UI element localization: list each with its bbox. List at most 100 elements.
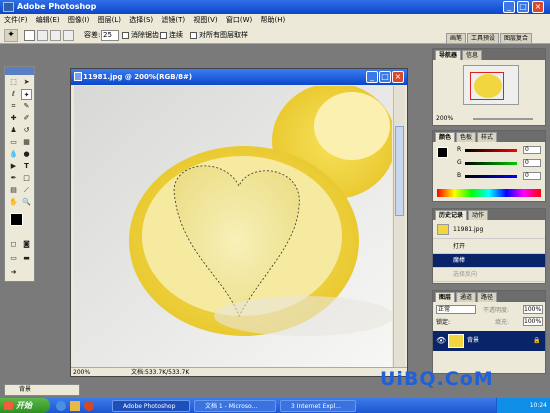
eyedropper-tool-icon[interactable]: ⟋ [21,185,32,196]
history-brush-tool-icon[interactable]: ↺ [21,125,32,136]
menu-help[interactable]: 帮助(H) [260,16,285,24]
standard-mode-icon[interactable]: ◻ [8,239,19,250]
tab-swatches[interactable]: 色板 [456,132,477,142]
doc-minimize-button[interactable]: _ [366,71,378,83]
quick-mask-mode-icon[interactable]: ◙ [21,239,32,250]
ie-quicklaunch-icon[interactable] [56,401,66,411]
r-slider[interactable] [465,149,517,152]
crop-tool-icon[interactable]: ⌗ [8,101,19,112]
eye-icon[interactable]: 👁 [436,336,446,345]
zoom-tool-icon[interactable]: 🔍 [21,197,32,208]
blend-mode-select[interactable]: 正常 [436,305,476,314]
color-foreground-swatch[interactable] [437,147,448,158]
toolbox-grip[interactable] [5,67,34,75]
pen-tool-icon[interactable]: ✒ [8,173,19,184]
subtract-selection-icon[interactable] [50,30,61,41]
tab-layer-comps[interactable]: 图层复合 [500,33,533,43]
menu-filter[interactable]: 滤镜(T) [161,16,185,24]
screen-mode-full-icon[interactable]: ▬ [21,253,32,264]
intersect-selection-icon[interactable] [63,30,74,41]
b-slider[interactable] [465,175,517,178]
navigator-thumbnail[interactable] [463,65,519,105]
dodge-tool-icon[interactable]: ● [21,149,32,160]
tab-channels[interactable]: 通道 [456,292,477,302]
navigator-zoom[interactable]: 200% [436,115,453,122]
desktop-quicklaunch-icon[interactable] [70,401,80,411]
tab-tool-presets[interactable]: 工具预设 [467,33,500,43]
magic-wand-tool-icon[interactable]: ✦ [21,89,32,100]
document-titlebar[interactable]: 11981.jpg @ 200%(RGB/8#) [71,69,407,85]
new-selection-icon[interactable] [24,30,35,41]
zoom-level[interactable]: 200% [73,368,90,377]
contiguous-checkbox[interactable]: 连续 [160,27,183,44]
eraser-tool-icon[interactable]: ▭ [8,137,19,148]
tolerance-input[interactable]: 25 [101,30,119,41]
taskbar-item-word[interactable]: 文档 1 - Microso... [194,400,276,412]
menu-file[interactable]: 文件(F) [4,16,28,24]
move-tool-icon[interactable]: ➤ [21,77,32,88]
foreground-color-swatch[interactable] [10,213,23,226]
tab-layers[interactable]: 图层 [435,292,456,302]
history-snapshot[interactable]: 11981.jpg [433,221,545,239]
magic-wand-preset-icon[interactable]: ✦ [4,29,18,42]
g-slider[interactable] [465,162,517,165]
menu-image[interactable]: 图像(I) [68,16,90,24]
taskbar-item-photoshop[interactable]: Adobe Photoshop [112,400,190,412]
slice-tool-icon[interactable]: ✎ [21,101,32,112]
jump-to-imageready-icon[interactable]: ➜ [8,267,19,278]
blur-tool-icon[interactable]: 💧 [8,149,19,160]
notes-tool-icon[interactable]: ▤ [8,185,19,196]
media-quicklaunch-icon[interactable] [84,401,94,411]
fill-input[interactable]: 100% [523,317,543,326]
brush-tool-icon[interactable]: ✐ [21,113,32,124]
r-input[interactable]: 0 [523,146,541,154]
gradient-tool-icon[interactable]: ▦ [21,137,32,148]
b-input[interactable]: 0 [523,172,541,180]
close-button[interactable]: × [532,1,544,13]
navigator-view-box[interactable] [470,72,504,100]
tab-history[interactable]: 历史记录 [435,210,468,220]
menu-select[interactable]: 选择(S) [129,16,153,24]
antialias-checkbox[interactable]: 消除锯齿 [122,27,159,44]
history-item[interactable]: 打开 [433,240,545,254]
all-layers-checkbox[interactable]: 对所有图层取样 [190,27,248,44]
tab-styles[interactable]: 样式 [477,132,498,142]
menu-window[interactable]: 窗口(W) [226,16,252,24]
path-selection-tool-icon[interactable]: ▶ [8,161,19,172]
add-selection-icon[interactable] [37,30,48,41]
hand-tool-icon[interactable]: ✋ [8,197,19,208]
opacity-input[interactable]: 100% [523,305,543,314]
navigator-zoom-slider[interactable] [473,118,533,120]
vertical-scrollbar[interactable] [393,86,405,367]
taskbar-item-ie[interactable]: 3 Internet Expl... [280,400,356,412]
tab-navigator[interactable]: 导航器 [435,50,462,60]
minimize-button[interactable]: _ [503,1,515,13]
history-item[interactable]: 选择反向 [433,268,545,282]
healing-brush-tool-icon[interactable]: ✚ [8,113,19,124]
clone-stamp-tool-icon[interactable]: ♟ [8,125,19,136]
clock[interactable]: 10:24 [530,402,547,409]
tab-brushes[interactable]: 画笔 [446,33,467,43]
menu-view[interactable]: 视图(V) [193,16,217,24]
lasso-tool-icon[interactable]: ℓ [8,89,19,100]
shape-tool-icon[interactable]: □ [21,173,32,184]
layer-row-background[interactable]: 👁 背景 🔒 [433,331,545,351]
image-canvas[interactable] [74,86,392,367]
menu-edit[interactable]: 编辑(E) [36,16,60,24]
marquee-tool-icon[interactable]: ⬚ [8,77,19,88]
tab-info[interactable]: 信息 [462,50,483,60]
minimized-panel-bar[interactable]: 背景 [4,384,80,396]
doc-close-button[interactable]: × [392,71,404,83]
color-ramp[interactable] [437,189,541,197]
tab-actions[interactable]: 动作 [468,210,489,220]
g-input[interactable]: 0 [523,159,541,167]
tab-paths[interactable]: 路径 [477,292,498,302]
screen-mode-standard-icon[interactable]: ▭ [8,253,19,264]
history-item-active[interactable]: 魔棒 [433,254,545,268]
tab-color[interactable]: 颜色 [435,132,456,142]
menu-layer[interactable]: 图层(L) [98,16,121,24]
type-tool-icon[interactable]: T [21,161,32,172]
scrollbar-thumb[interactable] [395,126,404,216]
maximize-button[interactable]: □ [517,1,529,13]
doc-maximize-button[interactable]: □ [379,71,391,83]
